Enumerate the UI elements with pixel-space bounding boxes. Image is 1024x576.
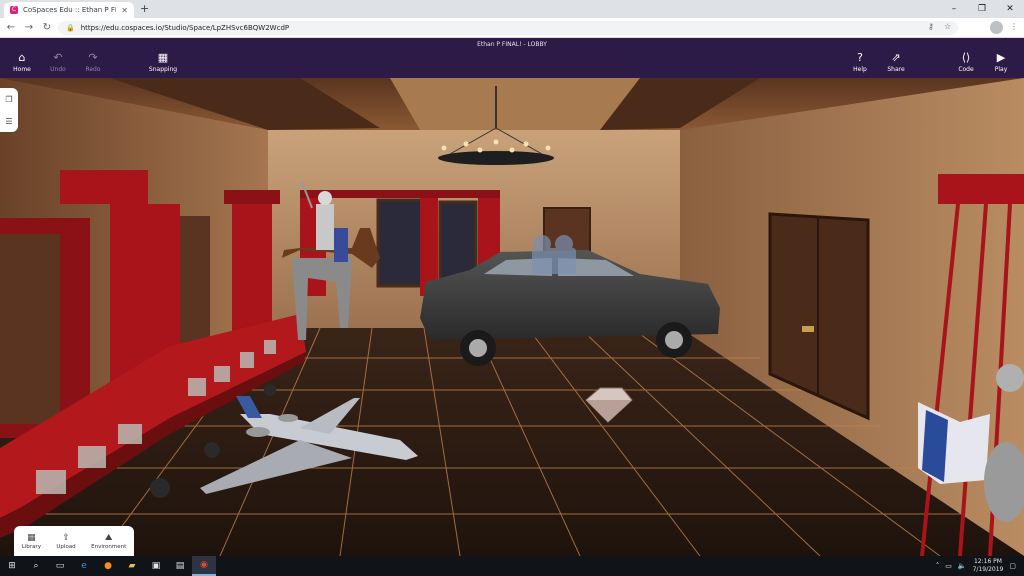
scene-render bbox=[0, 78, 1024, 556]
scene-viewport[interactable] bbox=[0, 78, 1024, 556]
close-window-button[interactable]: ✕ bbox=[996, 0, 1024, 18]
reload-icon[interactable]: ↻ bbox=[40, 21, 54, 35]
undo-button[interactable]: ↶ Undo bbox=[38, 51, 78, 74]
play-label: Play bbox=[994, 66, 1008, 73]
browser-tab[interactable]: C CoSpaces Edu :: Ethan P FINAL! ✕ bbox=[4, 2, 134, 18]
lock-icon: 🔒 bbox=[66, 24, 75, 32]
browser-menu-icon[interactable]: ⋮ bbox=[1010, 22, 1018, 31]
chevron-up-icon[interactable]: ˄ bbox=[936, 562, 940, 570]
windows-taskbar: ⊞ ⌕ ▭ e ● ▰ ▣ ▤ ◉ ˄ ▭ 🔈 12:16 PM 7/19/20… bbox=[0, 556, 1024, 576]
snapping-button[interactable]: ▦ Snapping bbox=[143, 51, 183, 74]
url-text: https://edu.cospaces.io/Studio/Space/LpZ… bbox=[80, 24, 290, 32]
layers-icon[interactable]: ❐ bbox=[5, 95, 12, 104]
tab-title: CoSpaces Edu :: Ethan P FINAL! bbox=[23, 6, 116, 14]
clock[interactable]: 12:16 PM 7/19/2019 bbox=[973, 558, 1004, 574]
code-icon: ⟨⟩ bbox=[961, 51, 971, 64]
list-icon[interactable]: ☰ bbox=[5, 117, 12, 126]
key-icon[interactable]: ⚷ bbox=[928, 22, 934, 31]
snapping-label: Snapping bbox=[148, 66, 178, 73]
environment-label: Environment bbox=[91, 543, 127, 550]
home-icon: ⌂ bbox=[18, 51, 26, 64]
undo-label: Undo bbox=[50, 66, 66, 73]
share-label: Share bbox=[887, 66, 905, 73]
back-icon[interactable]: ← bbox=[4, 21, 18, 35]
notifications-icon[interactable]: ▢ bbox=[1009, 562, 1016, 570]
undo-icon: ↶ bbox=[53, 51, 63, 64]
chrome-icon[interactable]: ◉ bbox=[192, 556, 216, 576]
play-button[interactable]: ▶ Play bbox=[981, 51, 1021, 74]
code-label: Code bbox=[958, 66, 974, 73]
profile-avatar[interactable] bbox=[990, 21, 1003, 34]
share-button[interactable]: ⇗ Share bbox=[876, 51, 916, 74]
upload-button[interactable]: ⇪ Upload bbox=[56, 533, 75, 550]
search-icon[interactable]: ⌕ bbox=[24, 556, 48, 576]
redo-icon: ↷ bbox=[88, 51, 98, 64]
network-icon[interactable]: ▭ bbox=[945, 562, 952, 570]
bottom-toolbar: ▦ Library ⇪ Upload ⛰ Environment bbox=[14, 526, 134, 556]
clock-time: 12:16 PM bbox=[973, 558, 1002, 565]
library-button[interactable]: ▦ Library bbox=[22, 533, 41, 550]
clock-date: 7/19/2019 bbox=[972, 566, 1004, 573]
task-view-icon[interactable]: ▭ bbox=[48, 556, 72, 576]
volume-icon[interactable]: 🔈 bbox=[958, 562, 967, 570]
library-label: Library bbox=[21, 543, 41, 550]
close-tab-icon[interactable]: ✕ bbox=[121, 6, 128, 15]
photos-app-icon[interactable]: ▤ bbox=[168, 556, 192, 576]
edge-icon[interactable]: e bbox=[72, 556, 96, 576]
library-icon: ▦ bbox=[27, 532, 36, 543]
browser-tab-strip: C CoSpaces Edu :: Ethan P FINAL! ✕ + – ❐… bbox=[0, 0, 1024, 18]
home-button[interactable]: ⌂ Home bbox=[2, 51, 42, 74]
environment-icon: ⛰ bbox=[104, 532, 113, 543]
home-label: Home bbox=[13, 66, 31, 73]
grid-icon: ▦ bbox=[157, 51, 169, 64]
restore-button[interactable]: ❐ bbox=[968, 0, 996, 18]
play-icon: ▶ bbox=[996, 51, 1006, 64]
share-icon: ⇗ bbox=[891, 51, 901, 64]
cospaces-logo-icon: C bbox=[10, 6, 18, 14]
firefox-icon[interactable]: ● bbox=[96, 556, 120, 576]
system-tray: ˄ ▭ 🔈 12:16 PM 7/19/2019 ▢ bbox=[936, 558, 1016, 574]
url-omnibox[interactable]: 🔒 https://edu.cospaces.io/Studio/Space/L… bbox=[58, 21, 958, 35]
help-label: Help bbox=[853, 66, 867, 73]
windows-start-icon[interactable]: ⊞ bbox=[0, 556, 24, 576]
redo-button[interactable]: ↷ Redo bbox=[73, 51, 113, 74]
bookmark-star-icon[interactable]: ☆ bbox=[944, 22, 951, 31]
forward-icon[interactable]: → bbox=[22, 21, 36, 35]
media-app-icon[interactable]: ▣ bbox=[144, 556, 168, 576]
minimize-button[interactable]: – bbox=[940, 0, 968, 18]
side-panel-tab: ❐ ☰ bbox=[0, 88, 18, 132]
file-explorer-icon[interactable]: ▰ bbox=[120, 556, 144, 576]
redo-label: Redo bbox=[85, 66, 101, 73]
upload-icon: ⇪ bbox=[62, 532, 70, 543]
upload-label: Upload bbox=[56, 543, 76, 550]
help-button[interactable]: ? Help bbox=[840, 51, 880, 74]
browser-address-bar: ← → ↻ 🔒 https://edu.cospaces.io/Studio/S… bbox=[0, 18, 1024, 38]
code-button[interactable]: ⟨⟩ Code bbox=[946, 51, 986, 74]
new-tab-button[interactable]: + bbox=[140, 2, 149, 16]
cospaces-toolbar: Ethan P FINAL! - LOBBY ⌂ Home ↶ Undo ↷ R… bbox=[0, 38, 1024, 78]
help-icon: ? bbox=[857, 51, 863, 64]
environment-button[interactable]: ⛰ Environment bbox=[91, 533, 126, 550]
scene-title: Ethan P FINAL! - LOBBY bbox=[477, 41, 547, 48]
